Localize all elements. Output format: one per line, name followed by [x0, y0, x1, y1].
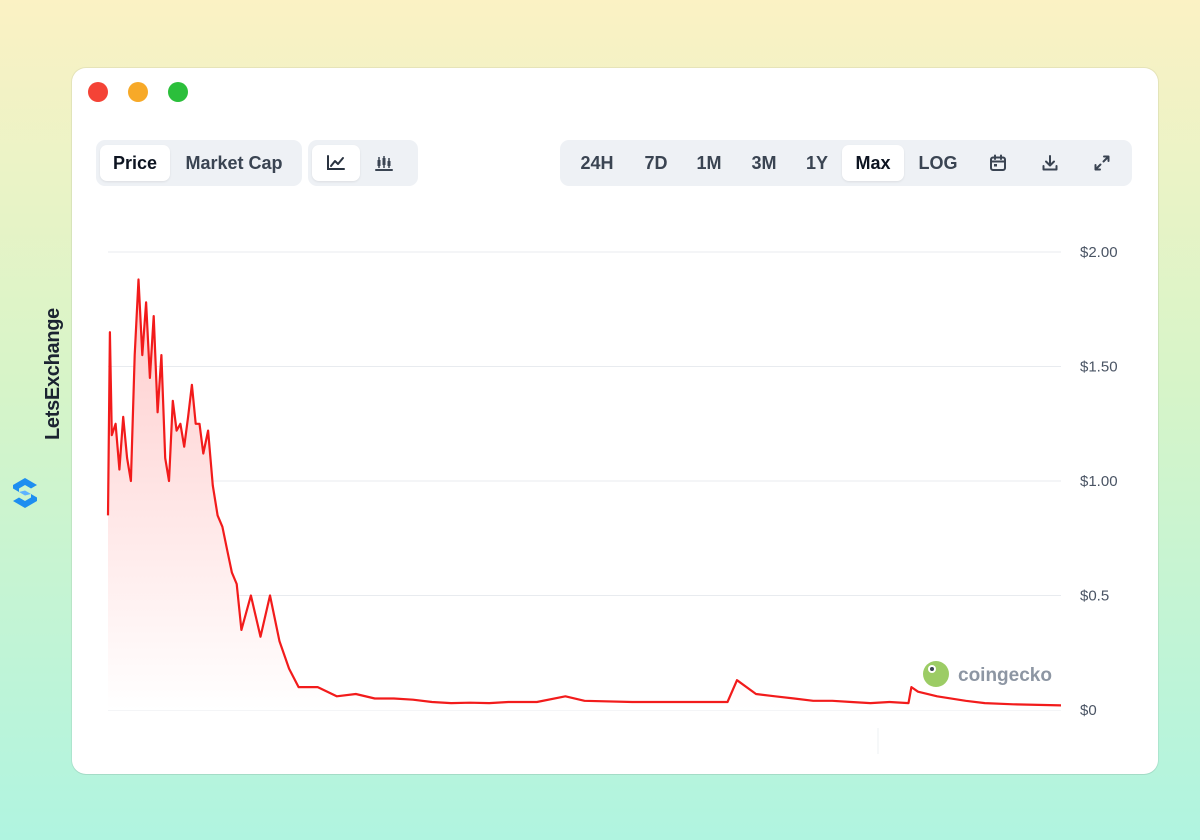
chart-window: Price Market Cap 24H 7D 1M 3M 1Y Max LOG	[72, 68, 1158, 774]
y-axis: $2.00 $1.50 $1.00 $0.5 $0	[1080, 244, 1118, 719]
y-tick-label: $1.50	[1080, 359, 1118, 376]
brand-sidebar: LetsExchange	[8, 300, 64, 540]
letsexchange-logo-icon	[13, 478, 37, 508]
brand-name: LetsExchange	[42, 307, 64, 440]
y-tick-label: $0.5	[1080, 588, 1109, 605]
coingecko-text: coingecko	[958, 665, 1052, 686]
y-tick-label: $2.00	[1080, 244, 1118, 261]
y-tick-label: $1.00	[1080, 473, 1118, 490]
price-area-fill	[108, 279, 1061, 710]
y-tick-label: $0	[1080, 702, 1097, 719]
coingecko-watermark: coingecko	[923, 661, 1052, 687]
price-chart: $2.00 $1.50 $1.00 $0.5 $0 coingecko	[106, 244, 1118, 754]
coingecko-logo-icon	[923, 661, 949, 687]
